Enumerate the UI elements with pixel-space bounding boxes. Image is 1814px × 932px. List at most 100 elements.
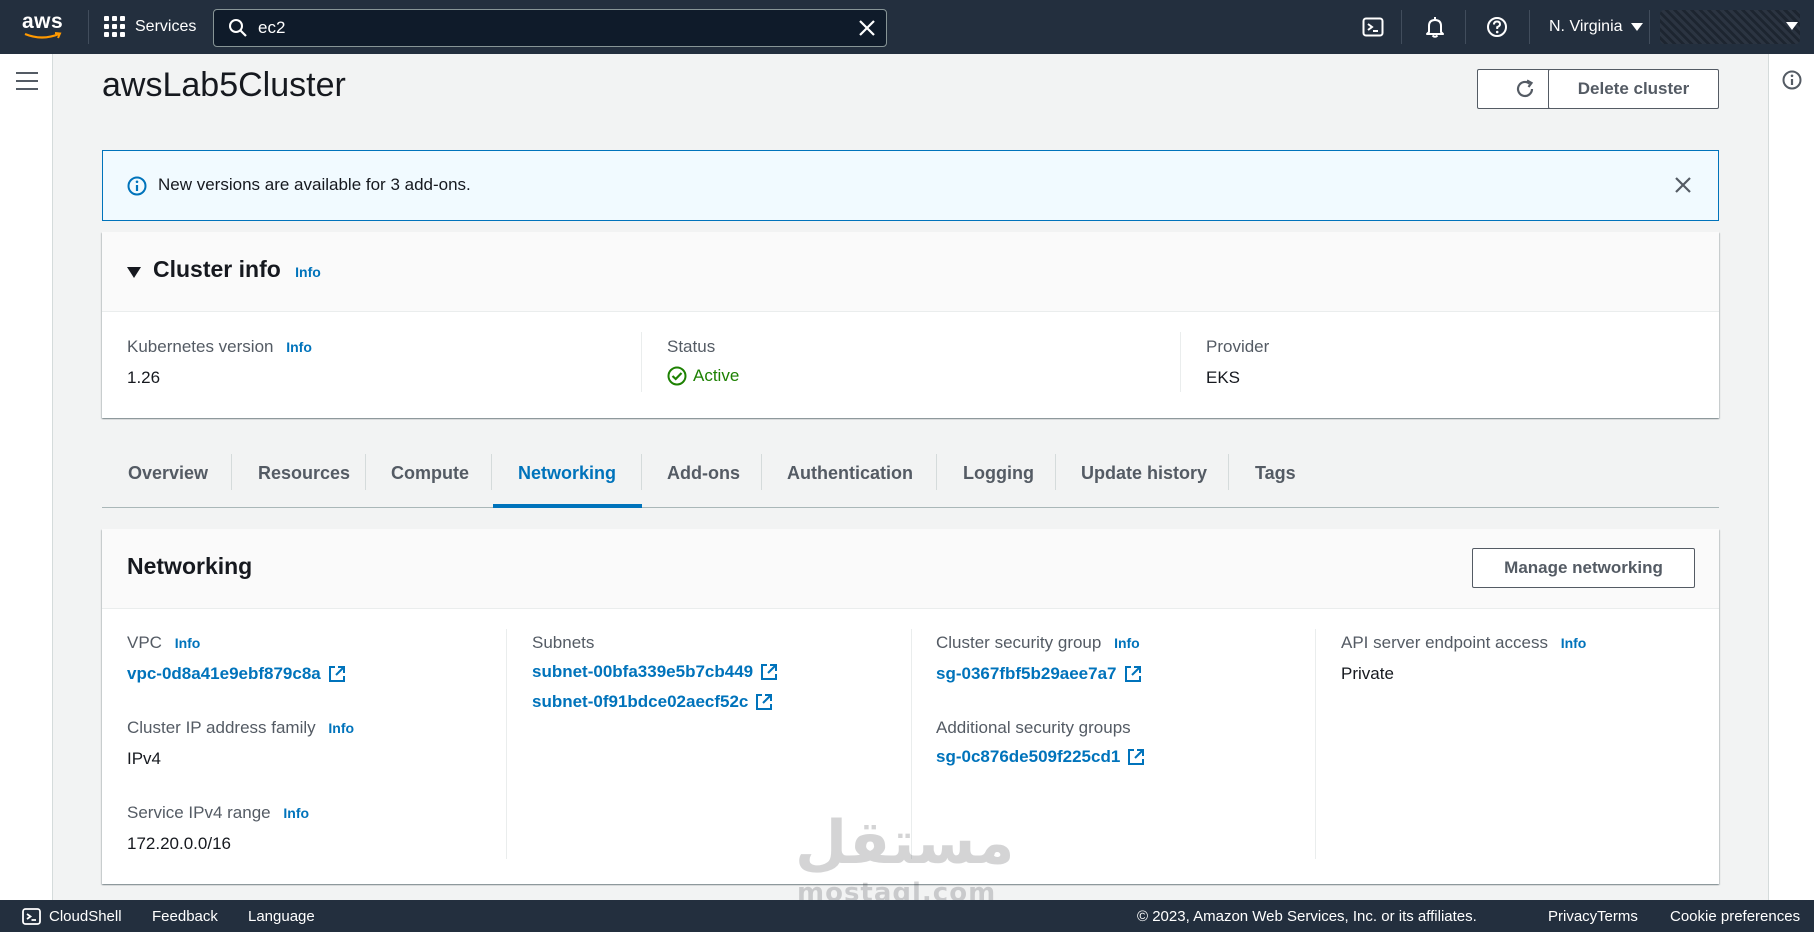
bell-icon[interactable] [1424, 16, 1446, 38]
cloudshell-icon[interactable] [1362, 16, 1384, 38]
tab-divider [1055, 454, 1056, 490]
security-group-label-text: Cluster security group [936, 633, 1102, 652]
cluster-info-panel: Cluster info Info Kubernetes version Inf… [102, 232, 1719, 418]
services-menu[interactable]: Services [104, 16, 196, 37]
info-link[interactable]: Info [1561, 635, 1587, 651]
api-endpoint-value: Private [1341, 664, 1394, 683]
cluster-info-header[interactable]: Cluster info Info [102, 232, 1719, 312]
help-icon[interactable] [1486, 16, 1508, 38]
external-link-icon [756, 694, 773, 710]
nav-divider [1465, 10, 1466, 44]
clear-icon[interactable] [858, 19, 876, 37]
search-box[interactable] [213, 9, 887, 47]
side-navigation-rail [0, 54, 53, 900]
tab-add-ons[interactable]: Add-ons [667, 463, 740, 484]
security-group-link[interactable]: sg-0367fbf5b29aee7a7 [936, 664, 1142, 684]
provider-label: Provider [1206, 337, 1270, 356]
subnet-value: subnet-00bfa339e5b7cb449 [532, 662, 754, 681]
subnet-value: subnet-0f91bdce02aecf52c [532, 692, 749, 711]
vpc-link[interactable]: vpc-0d8a41e9ebf879c8a [127, 664, 346, 684]
cluster-info-title-text: Cluster info [153, 256, 281, 282]
external-link-icon [1128, 749, 1145, 765]
tab-overview[interactable]: Overview [128, 463, 208, 484]
nav-divider [1649, 10, 1650, 44]
tab-divider [1228, 454, 1229, 490]
cookie-preferences-link[interactable]: Cookie preferences [1670, 908, 1800, 925]
nav-divider [1529, 10, 1530, 44]
hamburger-icon[interactable] [16, 72, 38, 90]
terms-link[interactable]: Terms [1597, 908, 1638, 925]
tools-rail [1768, 54, 1814, 900]
check-circle-icon [667, 366, 687, 386]
info-link[interactable]: Info [1114, 635, 1140, 651]
caret-down-icon[interactable] [1786, 22, 1798, 30]
close-icon[interactable] [1674, 176, 1692, 194]
refresh-icon [1516, 79, 1533, 98]
subnets-label: Subnets [532, 633, 595, 652]
networking-title: Networking [127, 553, 253, 579]
kubernetes-version-label-text: Kubernetes version [127, 337, 274, 356]
tab-logging[interactable]: Logging [963, 463, 1034, 484]
tab-resources[interactable]: Resources [258, 463, 350, 484]
additional-security-group-link[interactable]: sg-0c876de509f225cd1 [936, 747, 1145, 767]
watermark-arabic: مستقل [795, 808, 1015, 878]
tab-divider [936, 454, 937, 490]
feedback-link[interactable]: Feedback [152, 908, 218, 925]
language-link[interactable]: Language [248, 908, 315, 925]
delete-cluster-button[interactable]: Delete cluster [1548, 69, 1719, 109]
nav-divider [88, 10, 89, 44]
privacy-link[interactable]: Privacy [1548, 908, 1597, 925]
cloudshell-button[interactable]: CloudShell [22, 908, 122, 925]
subnet-link[interactable]: subnet-0f91bdce02aecf52c [532, 692, 773, 712]
region-label: N. Virginia [1549, 18, 1623, 35]
ip-family-label-text: Cluster IP address family [127, 718, 316, 737]
search-input[interactable] [258, 16, 818, 40]
cluster-info-title: Cluster info Info [153, 256, 321, 283]
tab-authentication[interactable]: Authentication [787, 463, 913, 484]
external-link-icon [761, 664, 778, 680]
info-circle-icon[interactable] [1782, 70, 1802, 90]
cluster-tabs: Overview Resources Compute Networking Ad… [102, 448, 1719, 508]
external-link-icon [328, 666, 345, 682]
copyright-text: © 2023, Amazon Web Services, Inc. or its… [1137, 908, 1477, 925]
subnet-link[interactable]: subnet-00bfa339e5b7cb449 [532, 662, 778, 682]
info-link[interactable]: Info [283, 805, 309, 821]
expand-caret-icon[interactable] [127, 267, 141, 278]
additional-security-group-value: sg-0c876de509f225cd1 [936, 747, 1121, 766]
column-divider [641, 332, 642, 392]
info-link[interactable]: Info [328, 720, 354, 736]
cloudshell-label: CloudShell [49, 908, 122, 925]
page-title: awsLab5Cluster [102, 66, 346, 104]
column-divider [506, 629, 507, 859]
account-menu[interactable] [1660, 10, 1800, 44]
security-group-value: sg-0367fbf5b29aee7a7 [936, 664, 1117, 683]
info-link[interactable]: Info [286, 339, 312, 355]
tab-networking[interactable]: Networking [518, 463, 616, 484]
tab-divider [231, 454, 232, 490]
tab-divider [365, 454, 366, 490]
info-link[interactable]: Info [295, 264, 321, 280]
manage-networking-button[interactable]: Manage networking [1472, 548, 1695, 588]
tab-tags[interactable]: Tags [1255, 463, 1296, 484]
aws-smile-icon [24, 32, 62, 39]
tab-divider [641, 454, 642, 490]
tab-compute[interactable]: Compute [391, 463, 469, 484]
top-navigation: aws Services N. Virginia [0, 0, 1814, 54]
aws-logo[interactable]: aws [22, 10, 66, 42]
additional-security-groups-label: Additional security groups [936, 718, 1131, 737]
vpc-value: vpc-0d8a41e9ebf879c8a [127, 664, 321, 683]
flash-message: New versions are available for 3 add-ons… [158, 175, 471, 194]
kubernetes-version-label: Kubernetes version Info [127, 337, 312, 357]
aws-logo-text: aws [22, 10, 64, 33]
service-range-value: 172.20.0.0/16 [127, 834, 231, 853]
cloudshell-icon [22, 908, 41, 925]
tab-divider [491, 454, 492, 490]
region-selector[interactable]: N. Virginia [1549, 18, 1643, 36]
networking-header: Networking Manage networking [102, 529, 1719, 609]
info-link[interactable]: Info [175, 635, 201, 651]
tab-update-history[interactable]: Update history [1081, 463, 1207, 484]
status-label: Status [667, 337, 716, 356]
column-divider [1180, 332, 1181, 392]
active-tab-indicator [493, 504, 642, 508]
service-range-label-text: Service IPv4 range [127, 803, 271, 822]
